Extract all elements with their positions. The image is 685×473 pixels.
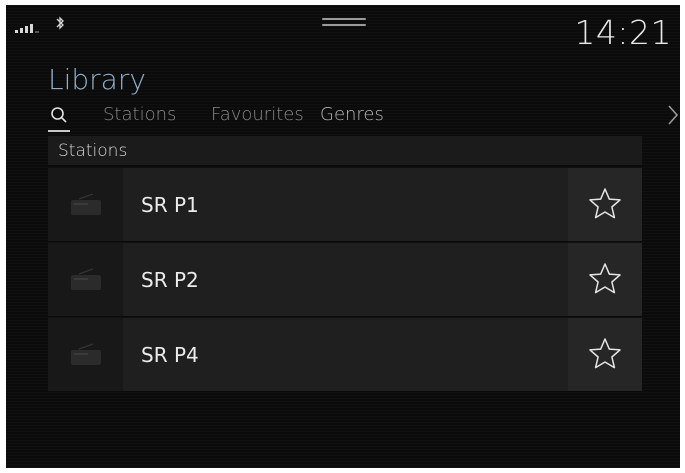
radio-icon	[71, 268, 101, 290]
station-thumbnail	[48, 318, 123, 391]
section-header-label: Stations	[58, 141, 128, 161]
station-name: SR P4	[141, 343, 199, 367]
clock: 14:21	[574, 13, 672, 52]
infotainment-screen: 14:21 Library Stations Favourites Genres…	[6, 5, 680, 468]
search-icon	[51, 107, 67, 123]
station-thumbnail	[48, 243, 123, 316]
station-name: SR P1	[141, 193, 199, 217]
station-row[interactable]: SR P1	[48, 168, 642, 241]
station-list: SR P1 SR P2 SR P4	[48, 168, 642, 393]
favourite-button[interactable]	[568, 318, 642, 391]
star-outline-icon	[589, 338, 621, 369]
tab-stations[interactable]: Stations	[103, 104, 176, 125]
favourite-button[interactable]	[568, 243, 642, 316]
station-thumbnail	[48, 168, 123, 241]
bluetooth-icon	[56, 16, 64, 30]
star-outline-icon	[589, 263, 621, 294]
drag-handle-icon[interactable]	[322, 18, 366, 30]
chevron-right-icon[interactable]	[666, 103, 680, 127]
section-header: Stations	[48, 136, 642, 165]
favourite-button[interactable]	[568, 168, 642, 241]
active-tab-indicator	[48, 130, 70, 132]
tab-favourites[interactable]: Favourites	[211, 104, 304, 125]
station-row[interactable]: SR P2	[48, 243, 642, 316]
radio-icon	[71, 343, 101, 365]
radio-icon	[71, 193, 101, 215]
tab-search[interactable]	[48, 102, 70, 132]
station-row[interactable]: SR P4	[48, 318, 642, 391]
station-name: SR P2	[141, 268, 199, 292]
page-title: Library	[48, 63, 146, 96]
tab-bar: Stations Favourites Genres	[48, 102, 668, 134]
signal-strength-icon	[15, 23, 39, 33]
tab-genres[interactable]: Genres	[320, 104, 384, 125]
star-outline-icon	[589, 188, 621, 219]
